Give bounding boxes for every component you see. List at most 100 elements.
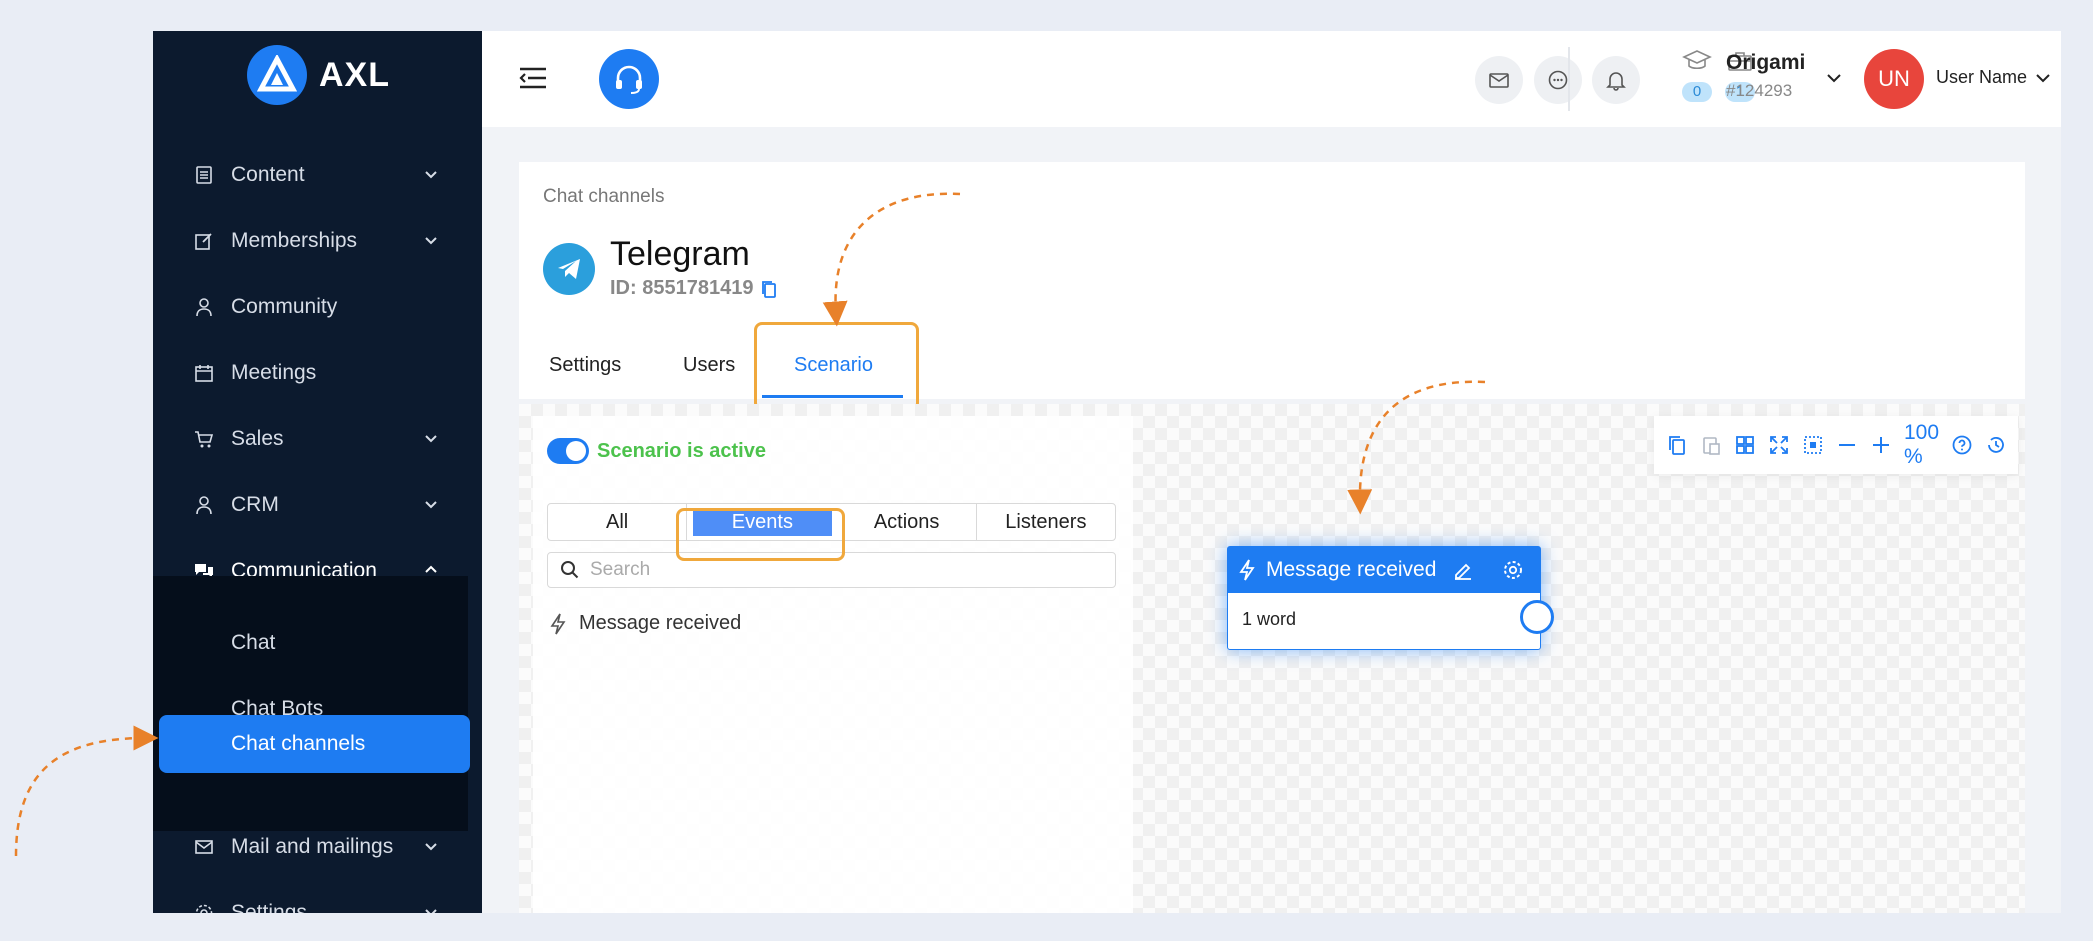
node-output-port[interactable] (1520, 600, 1554, 634)
bell-icon (1606, 72, 1626, 91)
sidebar-item-mail[interactable]: Mail and mailings (153, 817, 482, 877)
user-icon (193, 296, 215, 318)
chevron-down-icon (425, 909, 437, 913)
sidebar: AXL Content Memberships Community Meetin… (153, 31, 482, 913)
messages-button[interactable] (1534, 56, 1582, 104)
blocks-panel: Scenario is active All Events Actions Li… (533, 416, 1133, 913)
breadcrumb[interactable]: Chat channels (543, 186, 664, 208)
scenario-status-label: Scenario is active (597, 440, 766, 462)
block-type-filter: All Events Actions Listeners (547, 503, 1116, 541)
sidebar-item-label: Chat (231, 631, 276, 654)
active-tab-indicator (762, 395, 903, 398)
paste-icon[interactable] (1700, 427, 1722, 463)
tab-scenario[interactable]: Scenario (794, 331, 873, 399)
document-icon (193, 164, 215, 186)
telegram-icon (543, 243, 595, 295)
arrow-to-chat-channels (14, 725, 159, 857)
sidebar-item-memberships[interactable]: Memberships (153, 211, 482, 271)
cart-icon (193, 428, 215, 450)
zoom-out-icon[interactable] (1836, 427, 1858, 463)
org-name: Origami (1726, 51, 1806, 74)
channel-id: ID: 8551781419 (610, 277, 779, 300)
brand-name: AXL (319, 55, 390, 94)
chevron-down-icon (425, 843, 437, 851)
copy-icon[interactable] (1666, 427, 1688, 463)
sidebar-item-label: Community (231, 295, 338, 318)
graduation-cap-icon (1682, 50, 1712, 70)
sidebar-item-label: Meetings (231, 361, 317, 384)
sidebar-subitem-chat-channels[interactable]: Chat channels (159, 715, 470, 773)
mail-icon (193, 836, 215, 858)
menu-collapse-icon[interactable] (516, 61, 550, 95)
scenario-canvas[interactable]: Scenario is active All Events Actions Li… (519, 404, 2025, 913)
node-header: Message received (1228, 547, 1540, 593)
sidebar-item-label: Sales (231, 427, 284, 450)
headset-icon (616, 65, 642, 94)
sidebar-item-community[interactable]: Community (153, 277, 482, 337)
scenario-node-message-received[interactable]: Message received 1 word (1227, 546, 1554, 650)
edit-icon[interactable] (1452, 559, 1474, 581)
filter-all[interactable]: All (548, 504, 688, 540)
lightning-icon (550, 613, 566, 634)
sidebar-item-content[interactable]: Content (153, 145, 482, 205)
sidebar-item-sales[interactable]: Sales (153, 409, 482, 469)
select-area-icon[interactable] (1802, 427, 1824, 463)
org-id: #124293 (1726, 81, 1793, 100)
lightning-icon (1239, 559, 1255, 581)
sidebar-item-label: Mail and mailings (231, 835, 394, 858)
logo[interactable]: AXL (247, 45, 390, 105)
search-field[interactable] (547, 552, 1116, 588)
channel-id-text: ID: 8551781419 (610, 277, 754, 299)
history-icon[interactable] (1985, 427, 2007, 463)
organization-switcher[interactable]: Origami #124293 (1726, 51, 1805, 101)
filter-actions[interactable]: Actions (838, 504, 977, 540)
scenario-active-toggle[interactable] (547, 438, 589, 464)
top-header: 0 1 Origami #124293 UN User Name (482, 31, 2061, 127)
chevron-down-icon (425, 501, 437, 509)
user-name[interactable]: User Name (1936, 67, 2027, 88)
help-icon[interactable] (1951, 427, 1973, 463)
sidebar-item-label: Memberships (231, 229, 358, 252)
axl-logo-icon (247, 45, 307, 105)
user-icon (193, 494, 215, 516)
sidebar-item-label: Settings (231, 901, 307, 913)
courses-count-badge: 0 (1682, 82, 1712, 102)
sidebar-item-meetings[interactable]: Meetings (153, 343, 482, 403)
courses-counter[interactable]: 0 (1677, 49, 1717, 102)
canvas-toolbar: 100 % (1654, 416, 2018, 474)
app-window: AXL Content Memberships Community Meetin… (153, 31, 2061, 913)
chevron-down-icon (425, 171, 437, 179)
copy-icon[interactable] (759, 279, 779, 299)
chevron-down-icon[interactable] (1825, 69, 1843, 87)
chevron-down-icon[interactable] (2034, 69, 2052, 87)
search-icon (561, 561, 579, 579)
sidebar-item-settings[interactable]: Settings (153, 883, 482, 913)
chevron-down-icon (425, 237, 437, 245)
filter-events[interactable]: Events (693, 508, 832, 536)
zoom-in-icon[interactable] (1870, 427, 1892, 463)
chevron-down-icon (425, 435, 437, 443)
node-body: 1 word (1242, 609, 1297, 629)
sidebar-item-label: Chat channels (231, 732, 366, 755)
filter-listeners[interactable]: Listeners (977, 504, 1115, 540)
gear-icon[interactable] (1502, 559, 1524, 581)
mail-button[interactable] (1475, 56, 1523, 104)
event-label: Message received (579, 612, 742, 634)
support-button[interactable] (599, 49, 659, 109)
mail-icon (1489, 73, 1509, 88)
sidebar-subitem-chat[interactable]: Chat (153, 614, 482, 672)
channel-card: Chat channels Telegram ID: 8551781419 (519, 162, 2025, 351)
edit-icon (193, 230, 215, 252)
event-message-received[interactable]: Message received (549, 612, 741, 635)
avatar[interactable]: UN (1864, 49, 1924, 109)
tab-users[interactable]: Users (683, 331, 735, 399)
calendar-icon (193, 362, 215, 384)
grid-icon[interactable] (1734, 427, 1756, 463)
fit-view-icon[interactable] (1768, 427, 1790, 463)
notifications-button[interactable] (1592, 56, 1640, 104)
page-title: Telegram (610, 235, 750, 273)
tabs: Settings Users Scenario (519, 331, 2025, 399)
search-input[interactable] (590, 559, 1090, 581)
sidebar-item-crm[interactable]: CRM (153, 475, 482, 535)
tab-settings[interactable]: Settings (549, 331, 621, 399)
